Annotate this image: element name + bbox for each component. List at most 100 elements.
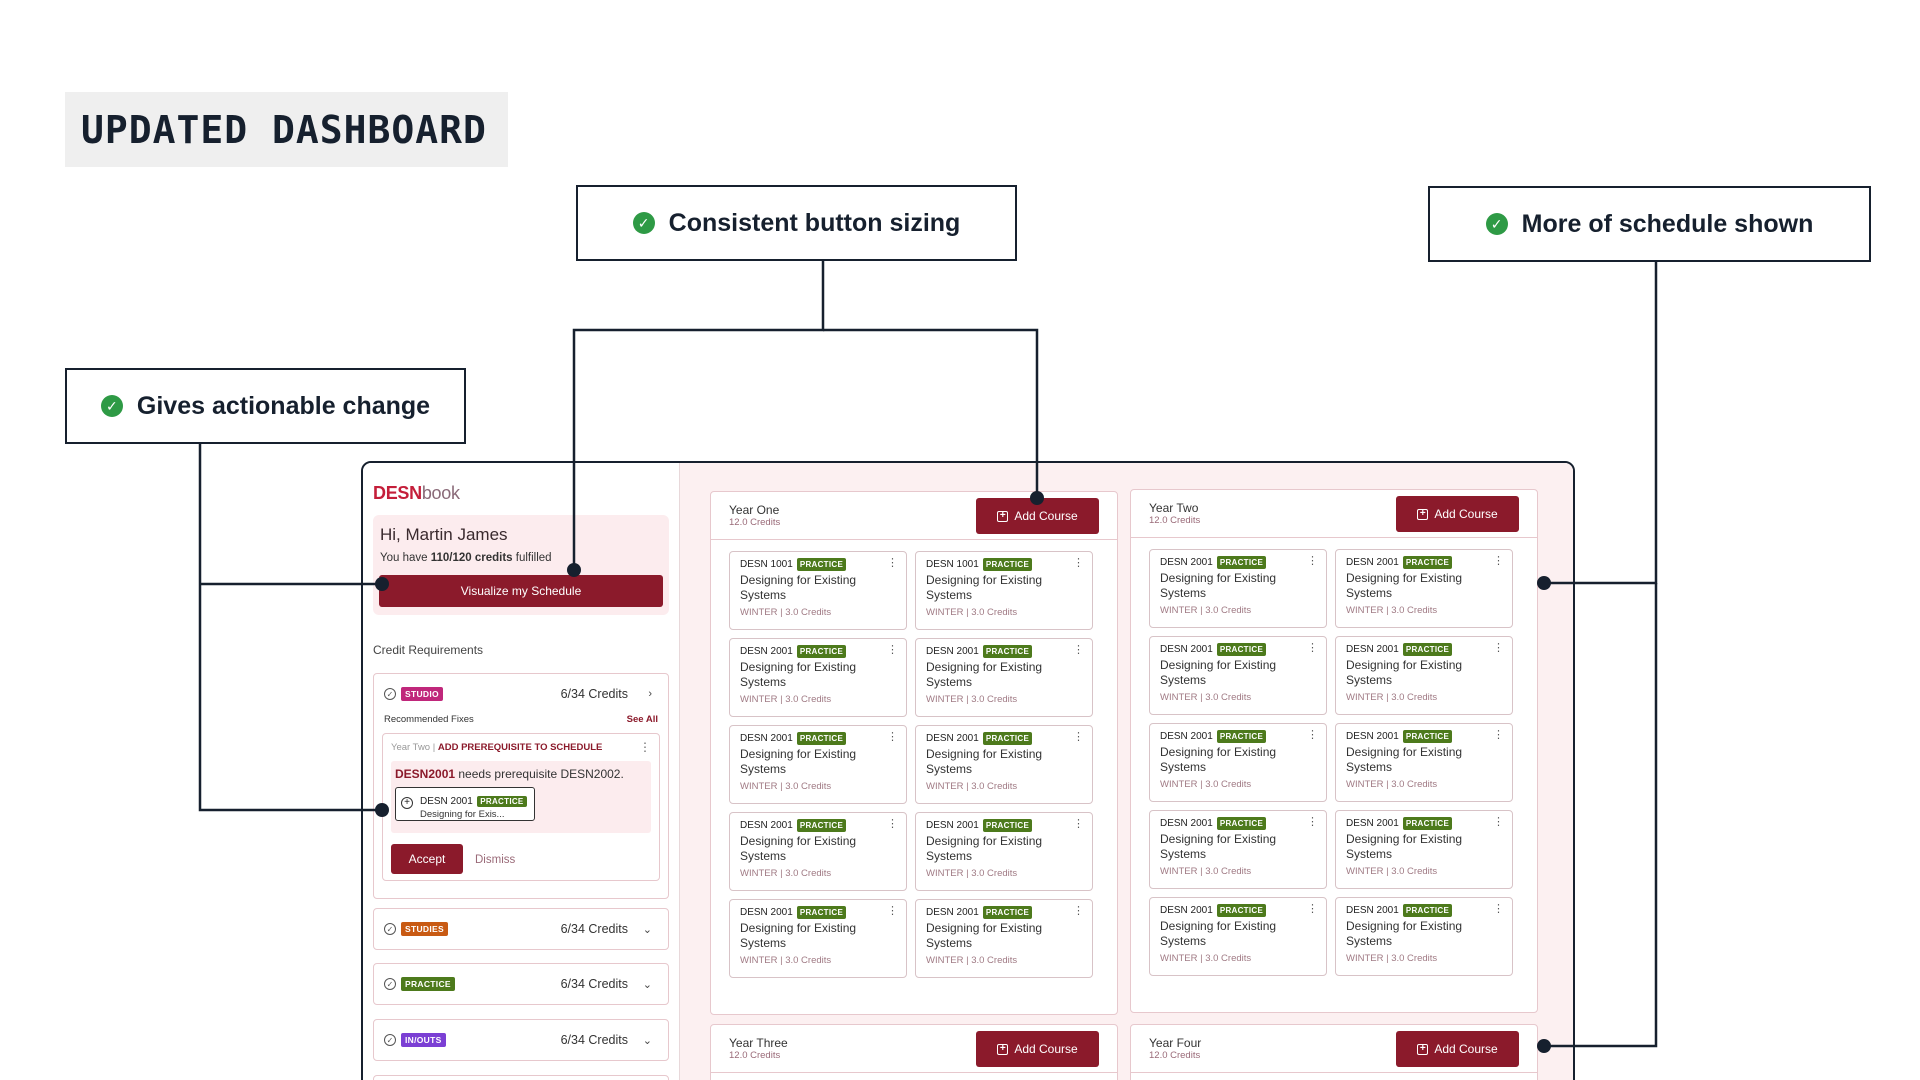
more-options-icon[interactable]: ⋮ bbox=[1493, 902, 1504, 915]
more-options-icon[interactable]: ⋮ bbox=[1073, 643, 1084, 656]
course-card[interactable]: DESN 1001 PRACTICE ⋮ Designing for Existing… bbox=[729, 551, 907, 630]
dismiss-button[interactable]: Dismiss bbox=[475, 854, 515, 866]
tag-badge: PRACTICE bbox=[982, 906, 1033, 919]
fix-message: DESN2001 needs prerequisite DESN2002. bbox=[395, 767, 624, 781]
course-meta: WINTER | 3.0 Credits bbox=[740, 955, 832, 966]
recommended-fixes-header: Recommended Fixes See All bbox=[374, 714, 668, 725]
more-options-icon[interactable]: ⋮ bbox=[1307, 815, 1318, 828]
course-card[interactable]: DESN 1001 PRACTICE ⋮ Designing for Existing… bbox=[915, 551, 1093, 630]
course-meta: WINTER | 3.0 Credits bbox=[1160, 692, 1252, 703]
tag-badge: PRACTICE bbox=[1216, 556, 1267, 569]
callout-label: Consistent button sizing bbox=[668, 208, 961, 237]
tag-badge: PRACTICE bbox=[982, 819, 1033, 832]
course-card[interactable]: DESN 2001 PRACTICE ⋮ Designing for Existing… bbox=[1335, 636, 1513, 715]
course-card[interactable]: DESN 2001 PRACTICE ⋮ Designing for Existing… bbox=[1335, 549, 1513, 628]
course-card[interactable]: DESN 2001 PRACTICE ⋮ Designing for Existing… bbox=[1149, 810, 1327, 889]
more-options-icon[interactable]: ⋮ bbox=[1307, 902, 1318, 915]
more-options-icon[interactable]: ⋮ bbox=[887, 904, 898, 917]
more-options-icon[interactable]: ⋮ bbox=[887, 643, 898, 656]
add-course-button[interactable]: + Add Course bbox=[976, 498, 1099, 534]
credit-requirements-label: Credit Requirements bbox=[373, 643, 484, 657]
course-code: DESN 2001 bbox=[926, 733, 979, 744]
course-card[interactable]: DESN 2001 PRACTICE ⋮ Designing for Existing… bbox=[729, 725, 907, 804]
requirement-card-inouts[interactable]: ✓ IN/OUTS 6/34 Credits ⌄ bbox=[373, 1019, 669, 1061]
chevron-right-icon[interactable]: › bbox=[648, 688, 652, 700]
course-card[interactable]: DESN 2001 PRACTICE ⋮ Designing for Existing… bbox=[1335, 897, 1513, 976]
requirement-card-practice[interactable]: ✓ PRACTICE 6/34 Credits ⌄ bbox=[373, 963, 669, 1005]
course-meta: WINTER | 3.0 Credits bbox=[1346, 953, 1438, 964]
course-code: DESN 2001 bbox=[740, 646, 793, 657]
course-meta: WINTER | 3.0 Credits bbox=[926, 955, 1018, 966]
course-code: DESN 2001 bbox=[740, 820, 793, 831]
course-code: DESN 2001 bbox=[1346, 557, 1399, 568]
more-options-icon[interactable]: ⋮ bbox=[1493, 554, 1504, 567]
course-card[interactable]: DESN 2001 PRACTICE ⋮ Designing for Existing… bbox=[1335, 723, 1513, 802]
suggested-course-chip[interactable]: + DESN 2001 PRACTICE Designing for Exis.… bbox=[395, 787, 535, 821]
check-circle-icon: ✓ bbox=[100, 395, 123, 417]
more-options-icon[interactable]: ⋮ bbox=[887, 817, 898, 830]
more-options-icon[interactable]: ⋮ bbox=[1493, 641, 1504, 654]
course-card[interactable]: DESN 2001 PRACTICE ⋮ Designing for Existing… bbox=[915, 725, 1093, 804]
course-card[interactable]: DESN 2001 PRACTICE ⋮ Designing for Existing… bbox=[915, 899, 1093, 978]
chevron-down-icon[interactable]: ⌄ bbox=[643, 978, 652, 991]
requirement-card-studies[interactable]: ✓ STUDIES 6/34 Credits ⌄ bbox=[373, 908, 669, 950]
course-name: Designing for Existing Systems bbox=[926, 660, 1043, 689]
year-title: Year Two bbox=[1149, 501, 1199, 515]
requirement-card-partial[interactable] bbox=[373, 1075, 669, 1080]
more-options-icon[interactable]: ⋮ bbox=[887, 556, 898, 569]
course-name: Designing for Existing Systems bbox=[740, 573, 857, 602]
tag-badge: PRACTICE bbox=[796, 732, 847, 745]
chevron-down-icon[interactable]: ⌄ bbox=[643, 1034, 652, 1047]
more-options-icon[interactable]: ⋮ bbox=[1073, 556, 1084, 569]
course-code: DESN 2001 bbox=[1160, 644, 1213, 655]
more-options-icon[interactable]: ⋮ bbox=[1073, 817, 1084, 830]
add-course-button[interactable]: + Add Course bbox=[1396, 1031, 1519, 1067]
course-code: DESN 2001 bbox=[1160, 731, 1213, 742]
course-name: Designing for Existing Systems bbox=[1160, 745, 1277, 774]
more-options-icon[interactable]: ⋮ bbox=[1307, 554, 1318, 567]
more-options-icon[interactable]: ⋮ bbox=[1493, 815, 1504, 828]
course-card[interactable]: DESN 2001 PRACTICE ⋮ Designing for Existing… bbox=[729, 812, 907, 891]
year-credits: 12.0 Credits bbox=[1149, 515, 1201, 526]
more-options-icon[interactable]: ⋮ bbox=[1493, 728, 1504, 741]
course-name: Designing for Existing Systems bbox=[740, 747, 857, 776]
tag-badge: IN/OUTS bbox=[401, 1033, 446, 1047]
course-card[interactable]: DESN 2001 PRACTICE ⋮ Designing for Existing… bbox=[1149, 897, 1327, 976]
tag-badge: STUDIO bbox=[401, 687, 443, 701]
requirement-credits: 6/34 Credits bbox=[560, 977, 628, 991]
course-code: DESN 2001 bbox=[926, 907, 979, 918]
app-logo[interactable]: DESNbook bbox=[373, 483, 460, 504]
tag-badge: PRACTICE bbox=[796, 906, 847, 919]
more-options-icon[interactable]: ⋮ bbox=[1073, 904, 1084, 917]
add-course-button[interactable]: + Add Course bbox=[976, 1031, 1099, 1067]
add-course-button[interactable]: + Add Course bbox=[1396, 496, 1519, 532]
course-card[interactable]: DESN 2001 PRACTICE ⋮ Designing for Existing… bbox=[729, 638, 907, 717]
more-options-icon[interactable]: ⋮ bbox=[639, 740, 651, 754]
see-all-link[interactable]: See All bbox=[627, 714, 658, 725]
tag-badge: PRACTICE bbox=[1402, 904, 1453, 917]
requirement-header[interactable]: ✓ STUDIO 6/34 Credits › bbox=[374, 674, 668, 714]
more-options-icon[interactable]: ⋮ bbox=[1073, 730, 1084, 743]
more-options-icon[interactable]: ⋮ bbox=[887, 730, 898, 743]
course-code: DESN 2001 bbox=[1346, 644, 1399, 655]
course-card[interactable]: DESN 2001 PRACTICE ⋮ Designing for Existing… bbox=[915, 812, 1093, 891]
tag-badge: PRACTICE bbox=[1216, 643, 1267, 656]
course-code: DESN 2001 bbox=[1346, 905, 1399, 916]
course-name: Designing for Existing Systems bbox=[740, 921, 857, 950]
accept-button[interactable]: Accept bbox=[391, 844, 463, 874]
tag-badge: PRACTICE bbox=[1216, 817, 1267, 830]
course-card[interactable]: DESN 2001 PRACTICE ⋮ Designing for Existing… bbox=[729, 899, 907, 978]
course-card[interactable]: DESN 2001 PRACTICE ⋮ Designing for Existing… bbox=[1149, 723, 1327, 802]
tag-badge: PRACTICE bbox=[1402, 817, 1453, 830]
course-card[interactable]: DESN 2001 PRACTICE ⋮ Designing for Existing… bbox=[1149, 636, 1327, 715]
visualize-schedule-button[interactable]: Visualize my Schedule bbox=[379, 575, 663, 607]
chevron-down-icon[interactable]: ⌄ bbox=[643, 923, 652, 936]
year-panel-two: Year Two 12.0 Credits + Add Course DESN 2… bbox=[1130, 489, 1538, 1013]
year-panel-four: Year Four 12.0 Credits + Add Course bbox=[1130, 1024, 1538, 1080]
course-name: Designing for Existing Systems bbox=[926, 834, 1043, 863]
course-card[interactable]: DESN 2001 PRACTICE ⋮ Designing for Existing… bbox=[915, 638, 1093, 717]
more-options-icon[interactable]: ⋮ bbox=[1307, 728, 1318, 741]
more-options-icon[interactable]: ⋮ bbox=[1307, 641, 1318, 654]
course-card[interactable]: DESN 2001 PRACTICE ⋮ Designing for Existing… bbox=[1335, 810, 1513, 889]
course-card[interactable]: DESN 2001 PRACTICE ⋮ Designing for Existing… bbox=[1149, 549, 1327, 628]
